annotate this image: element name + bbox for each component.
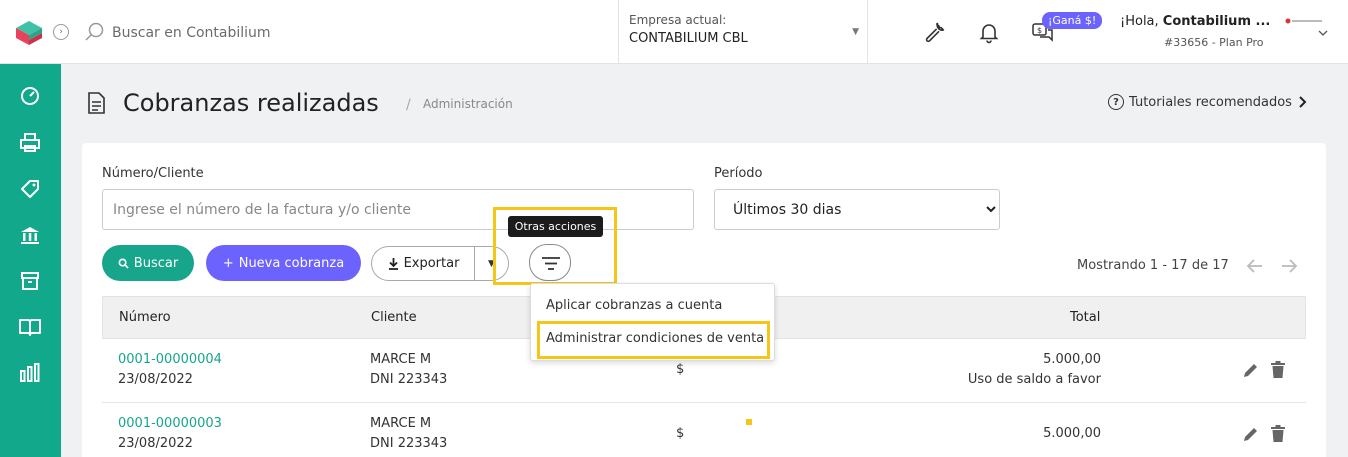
client-dni: DNI 223343 bbox=[370, 436, 448, 451]
arrow-left-icon[interactable] bbox=[1246, 257, 1264, 275]
pagination-info: Mostrando 1 - 17 de 17 bbox=[1077, 258, 1229, 273]
bar-chart-icon[interactable] bbox=[18, 361, 42, 385]
promo-badge[interactable]: ¡Ganá $! bbox=[1042, 12, 1103, 29]
column-header-number[interactable]: Número bbox=[119, 310, 171, 325]
tag-icon[interactable] bbox=[18, 177, 42, 201]
chevron-right-icon bbox=[1299, 96, 1307, 108]
menu-item-apply-collections[interactable]: Aplicar cobranzas a cuenta bbox=[546, 298, 722, 313]
account-plan: #33656 - Plan Pro bbox=[1164, 36, 1264, 49]
client-filter-label: Número/Cliente bbox=[102, 166, 204, 181]
total-amount: 5.000,00 bbox=[1043, 352, 1101, 367]
highlight-marker bbox=[746, 419, 752, 425]
user-name: Contabilium ... bbox=[1162, 14, 1271, 29]
download-icon bbox=[388, 257, 398, 270]
greeting-prefix: ¡Hola, bbox=[1120, 14, 1163, 29]
client-name: MARCE M bbox=[370, 352, 432, 367]
company-selector[interactable]: Empresa actual: CONTABILIUM CBL ▼ bbox=[618, 0, 868, 63]
search-icon bbox=[118, 258, 129, 269]
expand-sidebar-icon[interactable]: › bbox=[53, 24, 69, 40]
edit-pencil-icon[interactable] bbox=[1242, 425, 1258, 443]
document-icon bbox=[88, 92, 105, 114]
chevron-down-icon[interactable] bbox=[1318, 28, 1328, 38]
plus-icon: + bbox=[222, 255, 234, 271]
company-label: Empresa actual: bbox=[629, 13, 727, 27]
currency-symbol: $ bbox=[676, 362, 685, 377]
search-button-label: Buscar bbox=[133, 255, 179, 271]
top-bar: › Empresa actual: CONTABILIUM CBL ▼ $ ¡G… bbox=[0, 0, 1348, 64]
trash-icon[interactable] bbox=[1270, 425, 1286, 443]
total-amount: 5.000,00 bbox=[1043, 426, 1101, 441]
client-dni: DNI 223343 bbox=[370, 372, 448, 387]
breadcrumb-separator: / bbox=[406, 97, 411, 113]
period-label: Período bbox=[714, 166, 763, 181]
global-search-input[interactable] bbox=[112, 22, 492, 44]
export-button[interactable]: Exportar bbox=[371, 246, 475, 281]
other-actions-tooltip: Otras acciones bbox=[508, 216, 603, 237]
dashboard-icon[interactable] bbox=[18, 84, 42, 108]
receipt-date: 23/08/2022 bbox=[118, 436, 193, 451]
edit-pencil-icon[interactable] bbox=[1242, 361, 1258, 379]
contabilium-logo[interactable] bbox=[16, 21, 42, 45]
company-logo-icon bbox=[1285, 18, 1322, 24]
user-greeting[interactable]: ¡Hola, Contabilium ... bbox=[1120, 14, 1270, 29]
receipt-date: 23/08/2022 bbox=[118, 372, 193, 387]
client-name: MARCE M bbox=[370, 416, 432, 431]
printer-icon[interactable] bbox=[18, 131, 42, 155]
receipt-number-link[interactable]: 0001-00000003 bbox=[118, 416, 222, 431]
company-name: CONTABILIUM CBL bbox=[629, 31, 748, 46]
payment-note: Uso de saldo a favor bbox=[967, 372, 1101, 387]
sidebar bbox=[0, 64, 61, 457]
book-icon[interactable] bbox=[18, 315, 42, 339]
search-icon bbox=[85, 22, 104, 41]
wrench-icon[interactable] bbox=[923, 20, 947, 44]
search-button[interactable]: Buscar bbox=[102, 245, 194, 281]
other-actions-button[interactable] bbox=[529, 244, 571, 281]
arrow-right-icon[interactable] bbox=[1280, 257, 1298, 275]
tutorials-link[interactable]: ? Tutoriales recomendados bbox=[1108, 94, 1307, 110]
export-label: Exportar bbox=[403, 256, 460, 271]
new-collection-label: Nueva cobranza bbox=[238, 255, 345, 271]
bank-icon[interactable] bbox=[18, 223, 42, 247]
tutorials-label: Tutoriales recomendados bbox=[1129, 94, 1292, 110]
trash-icon[interactable] bbox=[1270, 361, 1286, 379]
page-title: Cobranzas realizadas bbox=[123, 89, 379, 117]
bell-icon[interactable] bbox=[977, 20, 1001, 44]
column-header-client[interactable]: Cliente bbox=[371, 310, 417, 325]
currency-symbol: $ bbox=[676, 426, 685, 441]
table-row[interactable]: 0001-00000003 23/08/2022 MARCE M DNI 223… bbox=[102, 403, 1306, 457]
help-icon: ? bbox=[1108, 94, 1124, 110]
period-select[interactable]: Últimos 30 dias bbox=[714, 189, 1000, 230]
filter-icon bbox=[542, 257, 560, 270]
receipt-number-link[interactable]: 0001-00000004 bbox=[118, 352, 222, 367]
box-icon[interactable] bbox=[18, 269, 42, 293]
svg-text:$: $ bbox=[1037, 26, 1042, 35]
column-header-total[interactable]: Total bbox=[1070, 310, 1100, 325]
caret-down-icon: ▼ bbox=[852, 27, 859, 37]
breadcrumb[interactable]: Administración bbox=[423, 97, 513, 111]
new-collection-button[interactable]: + Nueva cobranza bbox=[206, 245, 361, 281]
highlight-manage-sale-conditions bbox=[537, 321, 770, 359]
